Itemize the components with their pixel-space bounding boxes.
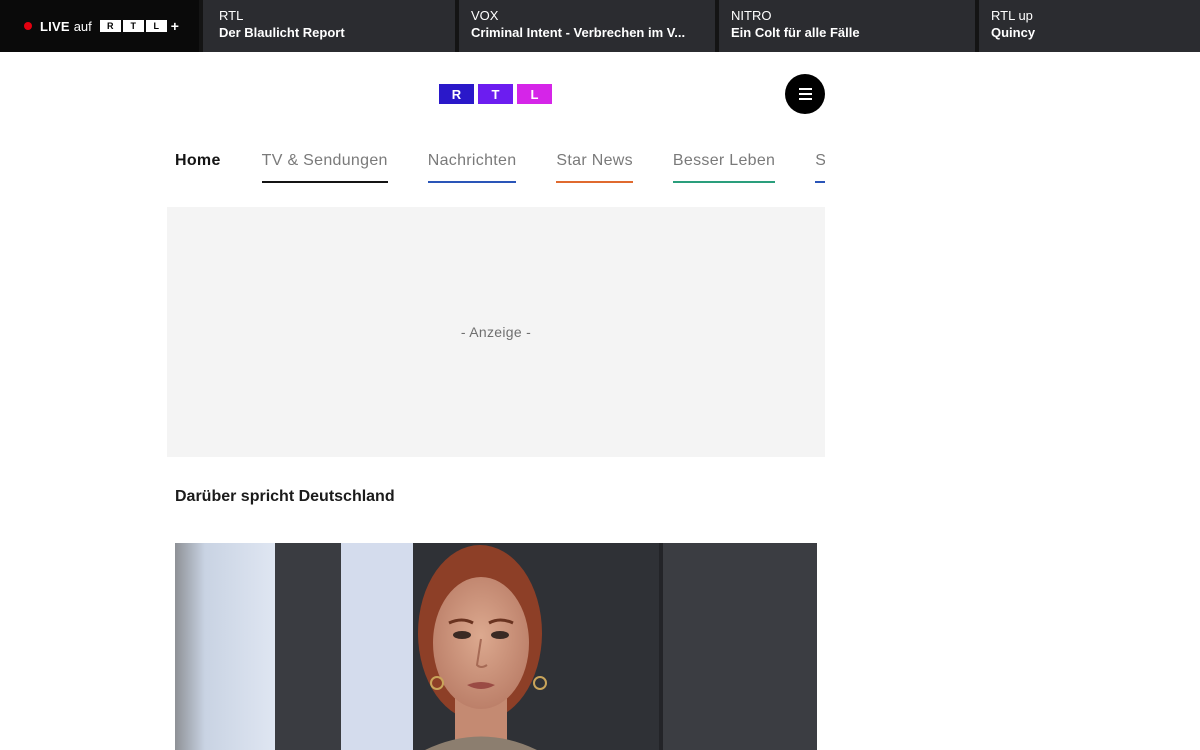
nav-item-sport[interactable]: Sport [815,140,825,183]
channel-name: VOX [471,8,499,23]
channel-name: NITRO [731,8,772,23]
channel-show: Criminal Intent - Verbrechen im V... [471,25,686,40]
rtlplus-logo-letter-r: R [99,20,121,32]
channel-nitro[interactable]: NITRO Ein Colt für alle Fälle [715,0,975,52]
hamburger-menu-icon-line [798,98,812,100]
ad-label: - Anzeige - [460,324,532,340]
logo-letter-l: L [517,84,552,104]
nav-item-nachrichten[interactable]: Nachrichten [427,140,517,183]
rtlplus-plus-sign: + [170,18,179,34]
channel-vox[interactable]: VOX Criminal Intent - Verbrechen im V... [455,0,715,52]
nav-item-besser-leben[interactable]: Besser Leben [672,140,776,183]
live-on-rtlplus-link[interactable]: LIVE auf R T L + [0,0,199,52]
article-photo [175,543,817,750]
article-teaser-image[interactable] [175,543,817,750]
live-dot-icon [24,22,32,30]
main-navigation: Home TV & Sendungen Nachrichten Star New… [175,140,825,185]
logo-letter-r: R [439,84,474,104]
channel-name: RTL up [991,8,1033,23]
hamburger-menu-button[interactable] [785,74,825,114]
live-label: LIVE [40,18,70,34]
hamburger-menu-icon-line [798,93,812,95]
section-title: Darüber spricht Deutschland [175,488,395,505]
hamburger-menu-icon [798,88,812,90]
rtl-logo[interactable]: R T L [439,84,552,104]
rtlplus-logo: R T L [99,20,167,32]
channel-show: Der Blaulicht Report [219,25,345,40]
channel-show: Quincy [991,25,1036,40]
nav-item-tv-sendungen[interactable]: TV & Sendungen [261,140,388,183]
nav-item-home[interactable]: Home [175,140,221,183]
rtlplus-logo-letter-l: L [145,20,167,32]
logo-letter-t: T [478,84,513,104]
advertisement-slot: - Anzeige - [167,207,825,457]
channel-name: RTL [219,8,244,23]
channel-show: Ein Colt für alle Fälle [731,25,860,40]
nav-item-star-news[interactable]: Star News [556,140,633,183]
channel-rtl-up[interactable]: RTL up Quincy [975,0,1200,52]
channel-rtl[interactable]: RTL Der Blaulicht Report [199,0,455,52]
rtlplus-logo-letter-t: T [122,20,144,32]
live-auf-label: auf [73,18,92,34]
live-tv-bar: LIVE auf R T L + RTL Der Blaulicht Repor… [0,0,1200,52]
